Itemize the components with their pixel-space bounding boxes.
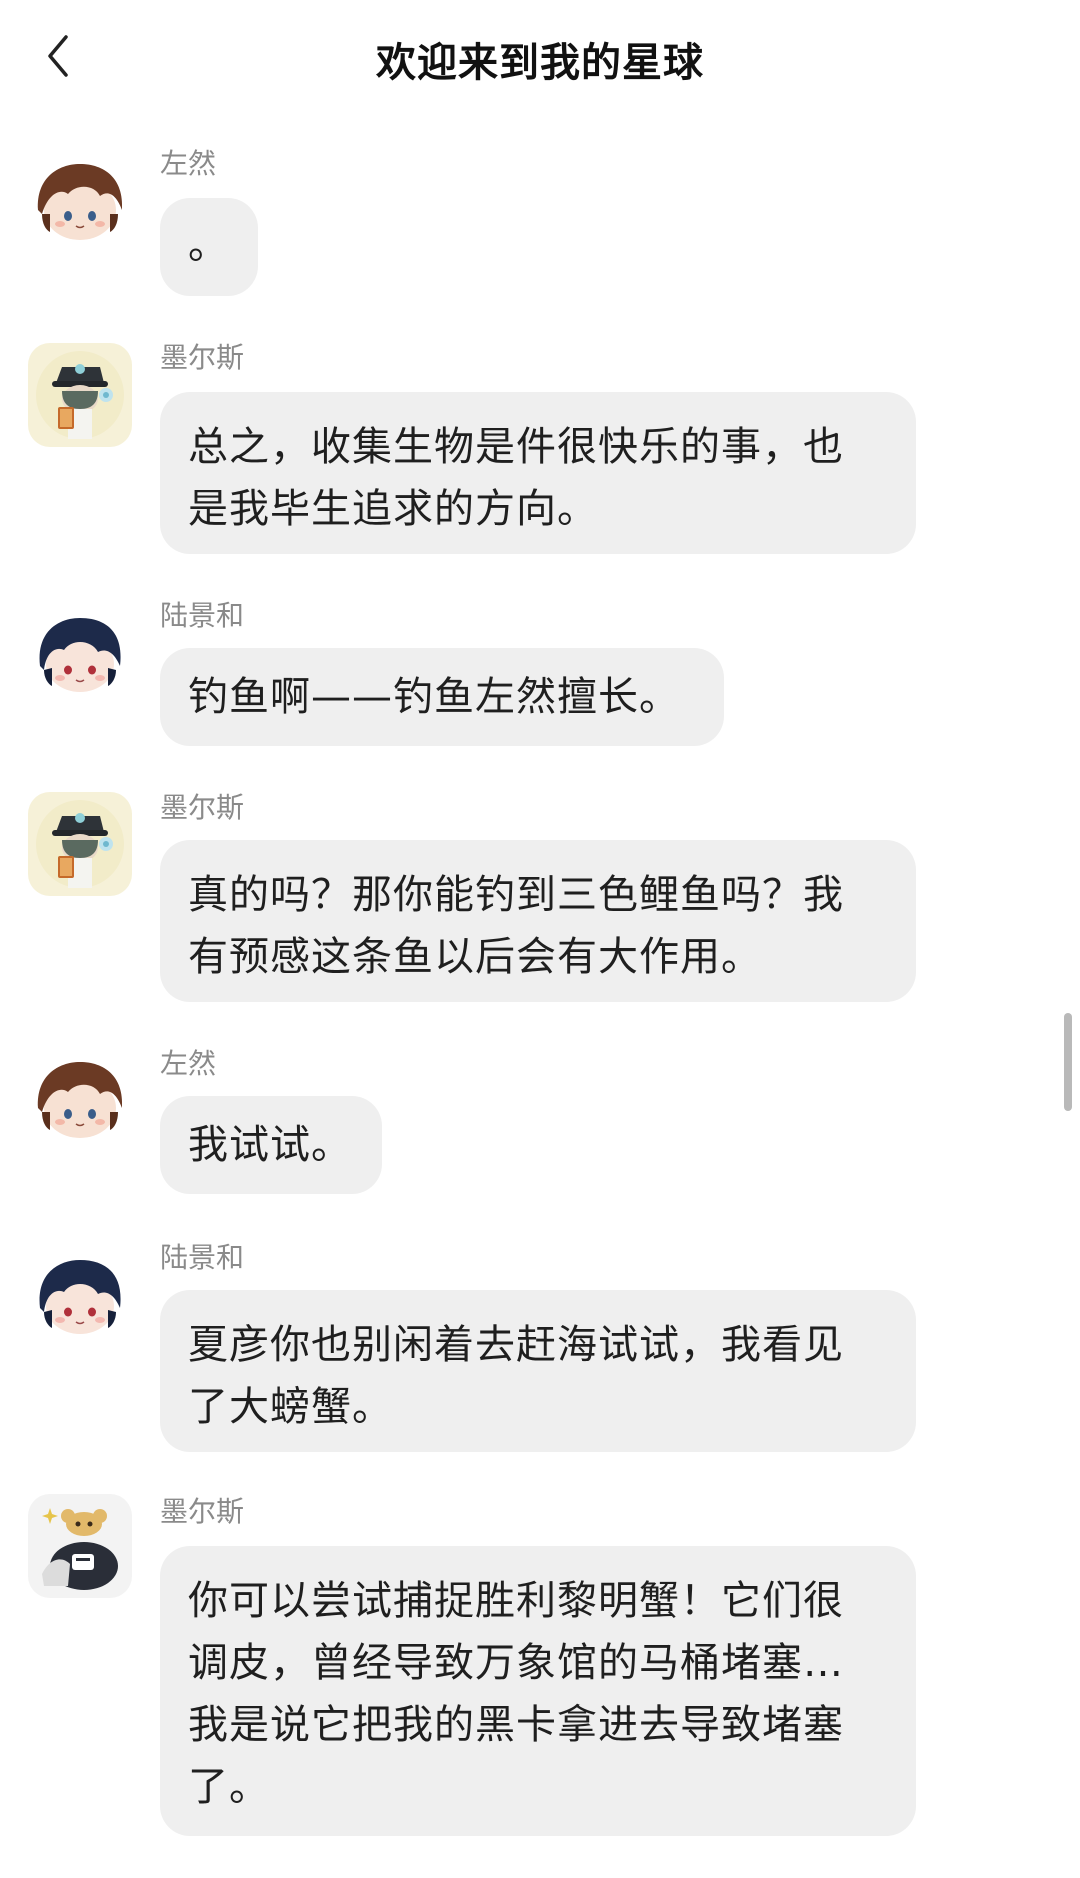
sender-name: 墨尔斯: [160, 791, 245, 824]
sender-name: 左然: [160, 147, 217, 180]
avatar[interactable]: [28, 1248, 132, 1352]
message-bubble: 真的吗？那你能钓到三色鲤鱼吗？我 有预感这条鱼以后会有大作用。: [160, 840, 916, 1002]
message-bubble: 夏彦你也别闲着去赶海试试，我看见 了大螃蟹。: [160, 1290, 916, 1452]
avatar[interactable]: [28, 1052, 132, 1156]
sender-name: 陆景和: [160, 1241, 245, 1274]
avatar[interactable]: [28, 792, 132, 896]
message-bubble: 。: [160, 198, 258, 296]
sender-name: 左然: [160, 1047, 217, 1080]
message-bubble: 总之，收集生物是件很快乐的事，也 是我毕生追求的方向。: [160, 392, 916, 554]
message-bubble: 你可以尝试捕捉胜利黎明蟹！它们很 调皮，曾经导致万象馆的马桶堵塞… 我是说它把我…: [160, 1546, 916, 1836]
page-title: 欢迎来到我的星球: [376, 40, 704, 86]
sender-name: 墨尔斯: [160, 1495, 245, 1528]
avatar[interactable]: [28, 606, 132, 710]
sender-name: 墨尔斯: [160, 341, 245, 374]
sender-name: 陆景和: [160, 599, 245, 632]
avatar[interactable]: [28, 343, 132, 447]
message-bubble: 钓鱼啊——钓鱼左然擅长。: [160, 648, 724, 746]
top-bar: 欢迎来到我的星球: [0, 0, 1080, 118]
message-bubble: 我试试。: [160, 1096, 382, 1194]
scrollbar[interactable]: [1064, 1013, 1072, 1111]
avatar[interactable]: [28, 154, 132, 258]
avatar[interactable]: [28, 1494, 132, 1598]
